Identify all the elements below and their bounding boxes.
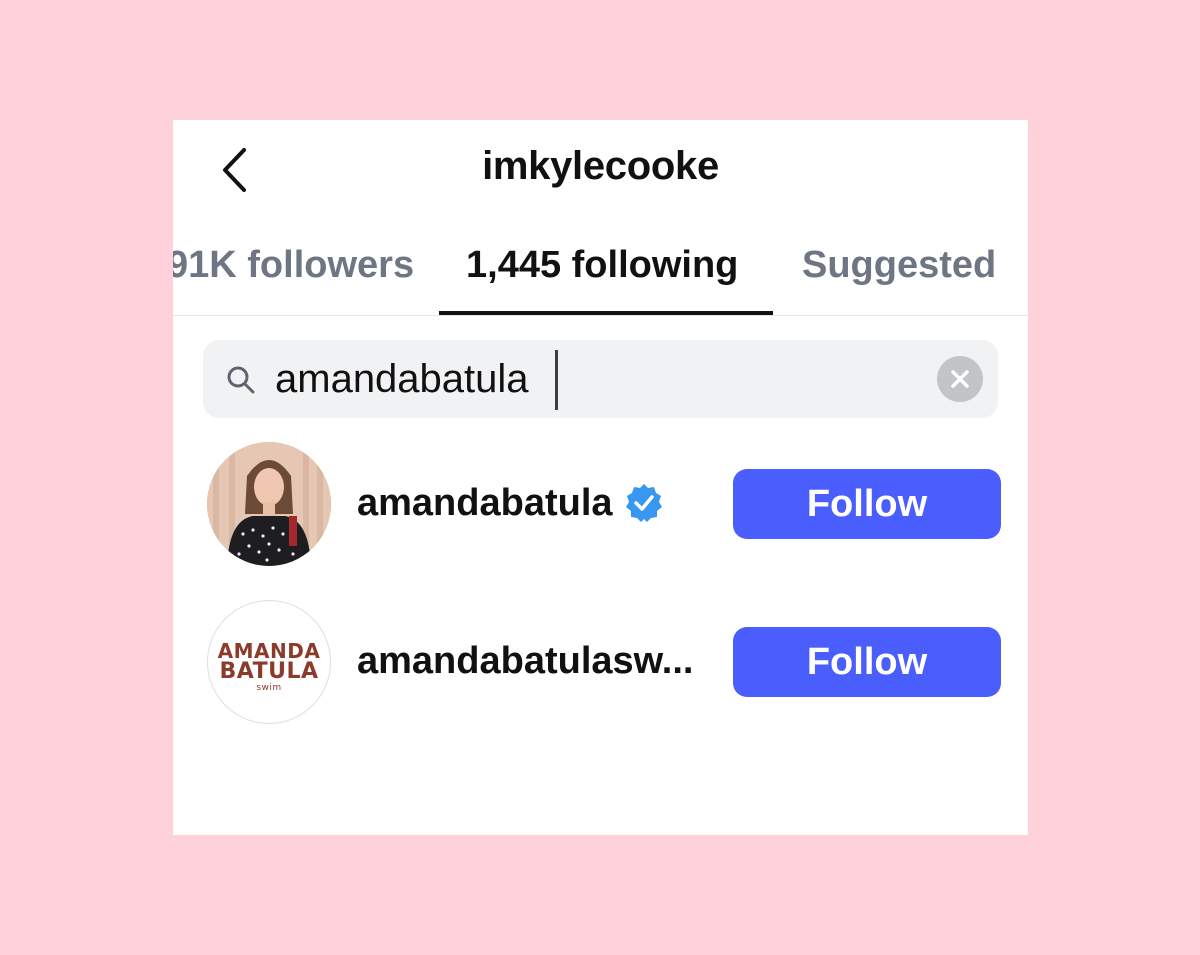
logo-text: BATULA	[219, 659, 319, 684]
tab-suggested[interactable]: Suggested	[802, 244, 996, 287]
page-title: imkylecooke	[482, 144, 719, 188]
clear-search-button[interactable]	[937, 356, 983, 402]
follow-button[interactable]: Follow	[733, 627, 1001, 697]
text-cursor	[555, 350, 558, 410]
list-item[interactable]: AMANDA BATULA swim amandabatulasw... Fol…	[173, 600, 1028, 724]
verified-badge-icon	[626, 484, 662, 522]
search-query[interactable]: amandabatula	[275, 355, 529, 403]
logo-text: swim	[256, 683, 282, 693]
tab-followers[interactable]: 91K followers	[173, 244, 414, 287]
tab-following[interactable]: 1,445 following	[466, 244, 738, 287]
search-input[interactable]: amandabatula	[203, 340, 998, 418]
avatar[interactable]	[207, 442, 331, 566]
profile-photo	[207, 442, 331, 566]
header: imkylecooke	[173, 120, 1028, 220]
list-item[interactable]: amandabatula Follow	[173, 442, 1028, 566]
follow-button[interactable]: Follow	[733, 469, 1001, 539]
clear-icon	[951, 370, 969, 388]
avatar[interactable]: AMANDA BATULA swim	[207, 600, 331, 724]
username[interactable]: amandabatulasw...	[357, 640, 693, 683]
username[interactable]: amandabatula	[357, 482, 613, 525]
active-tab-indicator	[439, 311, 773, 315]
tab-bar: 91K followers 1,445 following Suggested	[173, 220, 1028, 316]
search-icon	[227, 366, 255, 394]
following-panel: imkylecooke 91K followers 1,445 followin…	[173, 120, 1028, 835]
